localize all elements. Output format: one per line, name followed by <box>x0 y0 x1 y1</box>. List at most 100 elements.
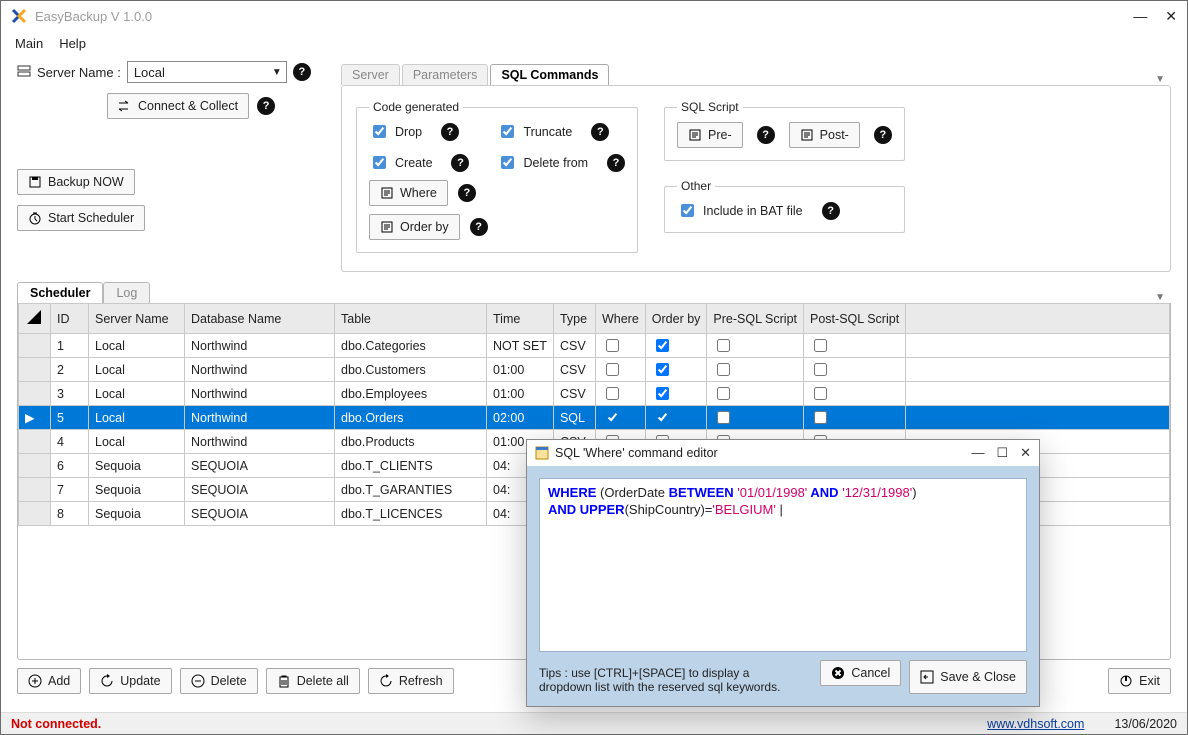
table-row[interactable]: 1LocalNorthwinddbo.CategoriesNOT SETCSV <box>19 334 1170 358</box>
cell-server[interactable]: Local <box>89 430 185 454</box>
update-button[interactable]: Update <box>89 668 171 694</box>
cell-table[interactable]: dbo.Employees <box>335 382 487 406</box>
add-button[interactable]: Add <box>17 668 81 694</box>
menu-help[interactable]: Help <box>59 36 86 51</box>
cell-table[interactable]: dbo.Products <box>335 430 487 454</box>
orderby-help-icon[interactable]: ? <box>470 218 488 236</box>
pre-checkbox[interactable] <box>717 363 730 376</box>
cell-server[interactable]: Local <box>89 382 185 406</box>
cell-table[interactable]: dbo.Orders <box>335 406 487 430</box>
row-header[interactable] <box>19 382 51 406</box>
cell-server[interactable]: Local <box>89 334 185 358</box>
minimize-icon[interactable]: — <box>1133 8 1147 25</box>
vendor-link[interactable]: www.vdhsoft.com <box>987 717 1084 731</box>
include-bat-checkbox[interactable] <box>681 204 694 217</box>
cell-id[interactable]: 2 <box>51 358 89 382</box>
tabs-overflow-icon[interactable]: ▼ <box>1149 74 1171 85</box>
table-row[interactable]: ▶5LocalNorthwinddbo.Orders02:00SQL <box>19 406 1170 430</box>
cell-db[interactable]: Northwind <box>185 334 335 358</box>
where-checkbox[interactable] <box>606 411 619 424</box>
dialog-maximize-icon[interactable]: ☐ <box>996 445 1008 461</box>
col-db[interactable]: Database Name <box>185 304 335 334</box>
post-script-help-icon[interactable]: ? <box>874 126 892 144</box>
pre-script-help-icon[interactable]: ? <box>757 126 775 144</box>
tab-parameters[interactable]: Parameters <box>402 64 489 85</box>
cell-post[interactable] <box>804 406 906 430</box>
connect-collect-button[interactable]: Connect & Collect <box>107 93 249 119</box>
cell-server[interactable]: Sequoia <box>89 454 185 478</box>
cell-post[interactable] <box>804 358 906 382</box>
table-corner-icon[interactable] <box>19 304 51 334</box>
menu-main[interactable]: Main <box>15 36 43 51</box>
delete-from-checkbox[interactable] <box>501 156 514 169</box>
where-checkbox[interactable] <box>606 339 619 352</box>
cell-id[interactable]: 1 <box>51 334 89 358</box>
cell-table[interactable]: dbo.Customers <box>335 358 487 382</box>
cell-type[interactable]: SQL <box>553 406 595 430</box>
delete-from-help-icon[interactable]: ? <box>607 154 625 172</box>
col-time[interactable]: Time <box>487 304 554 334</box>
row-header[interactable] <box>19 334 51 358</box>
cell-table[interactable]: dbo.T_CLIENTS <box>335 454 487 478</box>
row-header[interactable] <box>19 454 51 478</box>
orderby-checkbox[interactable] <box>656 387 669 400</box>
cell-time[interactable]: 01:00 <box>487 358 554 382</box>
cell-server[interactable]: Sequoia <box>89 478 185 502</box>
cell-where[interactable] <box>595 358 645 382</box>
col-table[interactable]: Table <box>335 304 487 334</box>
tab-log[interactable]: Log <box>103 282 150 303</box>
truncate-checkbox[interactable] <box>501 125 514 138</box>
tab-sql-commands[interactable]: SQL Commands <box>490 64 609 85</box>
delete-all-button[interactable]: Delete all <box>266 668 360 694</box>
dialog-save-button[interactable]: Save & Close <box>909 660 1027 694</box>
cell-time[interactable]: 02:00 <box>487 406 554 430</box>
col-server[interactable]: Server Name <box>89 304 185 334</box>
orderby-checkbox[interactable] <box>656 363 669 376</box>
cell-db[interactable]: Northwind <box>185 406 335 430</box>
cell-type[interactable]: CSV <box>553 334 595 358</box>
cell-server[interactable]: Local <box>89 358 185 382</box>
orderby-button[interactable]: Order by <box>369 214 460 240</box>
pre-checkbox[interactable] <box>717 411 730 424</box>
col-pre[interactable]: Pre-SQL Script <box>707 304 804 334</box>
server-name-select[interactable]: Local ▼ <box>127 61 287 83</box>
row-header[interactable] <box>19 430 51 454</box>
where-button[interactable]: Where <box>369 180 448 206</box>
table-row[interactable]: 3LocalNorthwinddbo.Employees01:00CSV <box>19 382 1170 406</box>
where-help-icon[interactable]: ? <box>458 184 476 202</box>
row-header[interactable] <box>19 358 51 382</box>
cell-db[interactable]: Northwind <box>185 430 335 454</box>
create-help-icon[interactable]: ? <box>451 154 469 172</box>
cell-server[interactable]: Sequoia <box>89 502 185 526</box>
refresh-button[interactable]: Refresh <box>368 668 454 694</box>
drop-checkbox[interactable] <box>373 125 386 138</box>
drop-help-icon[interactable]: ? <box>441 123 459 141</box>
table-row[interactable]: 2LocalNorthwinddbo.Customers01:00CSV <box>19 358 1170 382</box>
cell-id[interactable]: 8 <box>51 502 89 526</box>
server-name-help-icon[interactable]: ? <box>293 63 311 81</box>
cell-pre[interactable] <box>707 406 804 430</box>
cell-pre[interactable] <box>707 334 804 358</box>
backup-now-button[interactable]: Backup NOW <box>17 169 135 195</box>
grid-tabs-overflow-icon[interactable]: ▼ <box>1149 292 1171 303</box>
tab-server[interactable]: Server <box>341 64 400 85</box>
orderby-checkbox[interactable] <box>656 339 669 352</box>
cell-pre[interactable] <box>707 382 804 406</box>
cell-id[interactable]: 7 <box>51 478 89 502</box>
dialog-minimize-icon[interactable]: — <box>971 445 984 461</box>
cell-table[interactable]: dbo.T_LICENCES <box>335 502 487 526</box>
cell-server[interactable]: Local <box>89 406 185 430</box>
where-checkbox[interactable] <box>606 387 619 400</box>
row-header[interactable] <box>19 478 51 502</box>
cell-db[interactable]: SEQUOIA <box>185 478 335 502</box>
tab-scheduler[interactable]: Scheduler <box>17 282 103 303</box>
exit-button[interactable]: Exit <box>1108 668 1171 694</box>
cell-where[interactable] <box>595 334 645 358</box>
post-checkbox[interactable] <box>814 411 827 424</box>
cell-table[interactable]: dbo.Categories <box>335 334 487 358</box>
row-header[interactable] <box>19 502 51 526</box>
dialog-cancel-button[interactable]: Cancel <box>820 660 901 686</box>
cell-table[interactable]: dbo.T_GARANTIES <box>335 478 487 502</box>
post-checkbox[interactable] <box>814 387 827 400</box>
where-checkbox[interactable] <box>606 363 619 376</box>
